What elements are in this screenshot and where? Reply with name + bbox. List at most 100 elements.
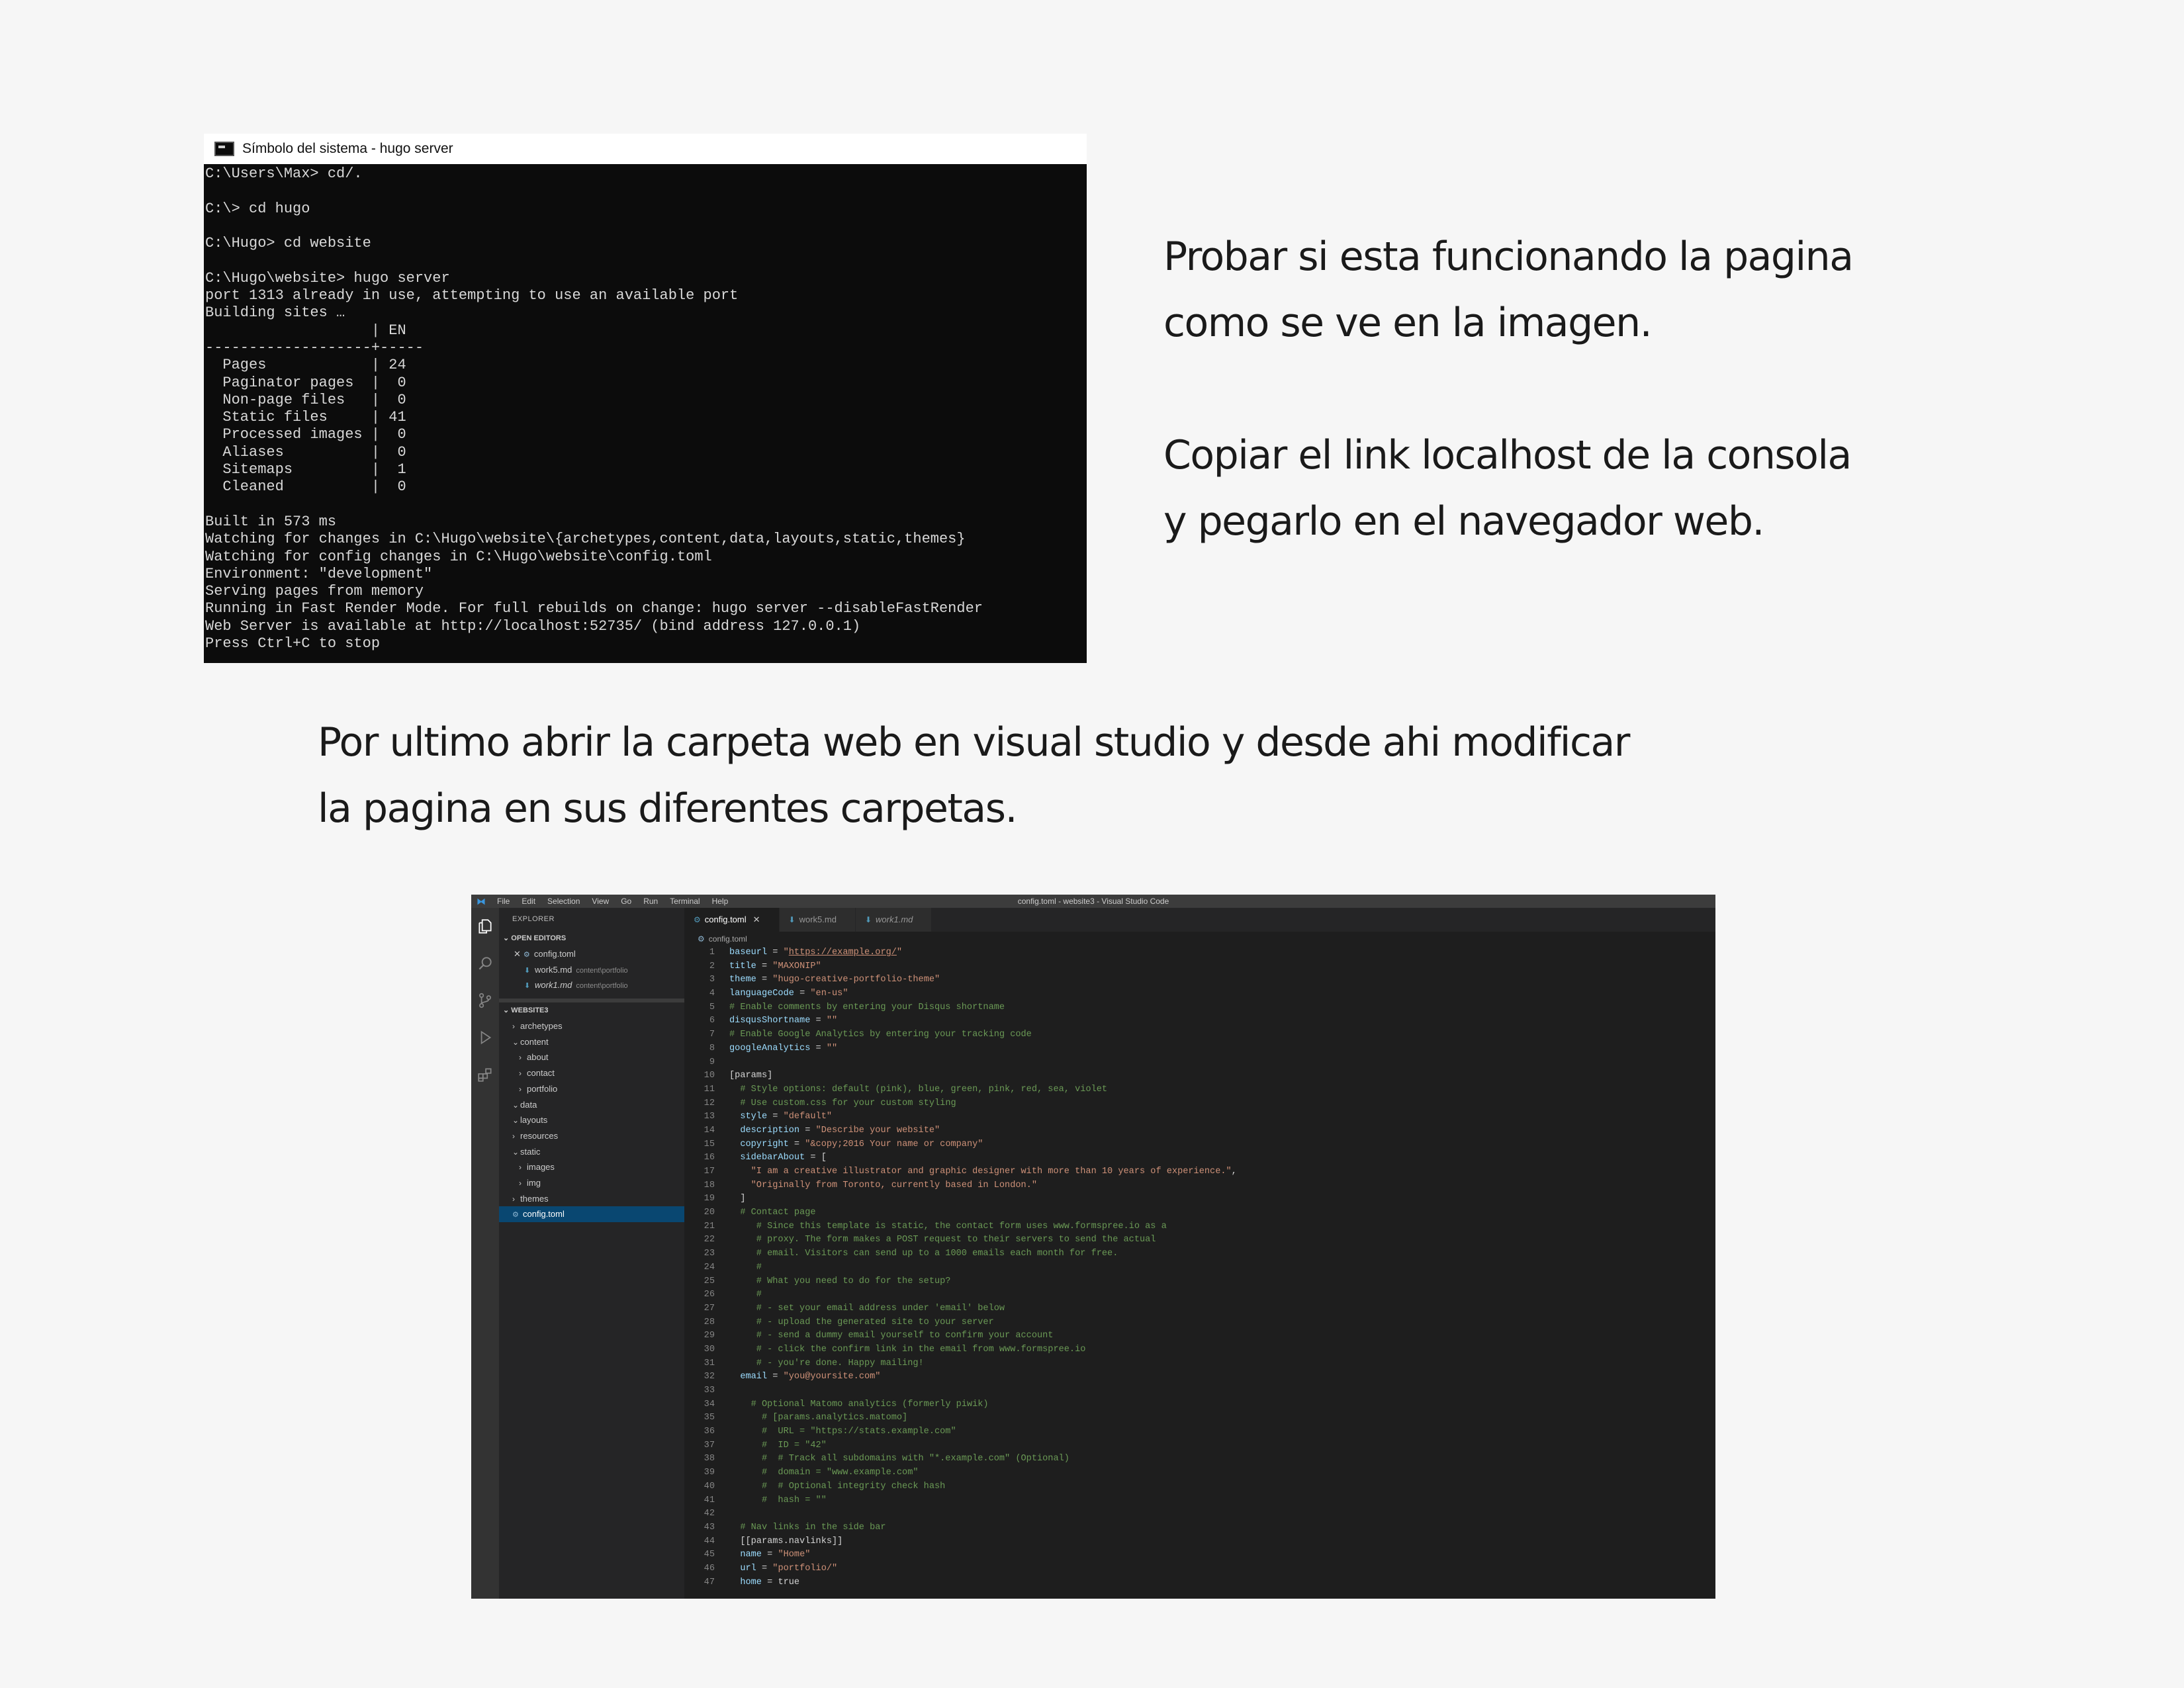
line-number: 8: [709, 1043, 715, 1053]
code-line: 5 # Enable comments by entering your Disq…: [684, 1001, 1715, 1015]
terminal-line: Non-page files | 0: [205, 391, 406, 408]
menu-run[interactable]: Run: [637, 897, 664, 906]
code-line: 37 # ID = "42": [684, 1439, 1715, 1453]
line-content: description = "Describe your website": [740, 1125, 940, 1135]
menu-selection[interactable]: Selection: [541, 897, 586, 906]
line-number: 7: [709, 1030, 715, 1040]
line-number: 38: [704, 1454, 715, 1464]
folder-item-layouts[interactable]: ⌄ layouts: [499, 1112, 684, 1128]
tab-config-toml[interactable]: ⚙ config.toml ✕: [684, 908, 780, 932]
terminal-titlebar: Símbolo del sistema - hugo server: [204, 134, 1087, 164]
chevron-right-icon: ›: [512, 1194, 515, 1204]
line-number: 20: [704, 1208, 715, 1218]
line-content: [[params.navlinks]]: [740, 1536, 843, 1546]
code-line: 6 disqusShortname = "": [684, 1014, 1715, 1028]
chevron-right-icon: ›: [519, 1053, 522, 1063]
line-number: 13: [704, 1112, 715, 1122]
code-line: 32 email = "you@yoursite.com": [684, 1370, 1715, 1384]
folder-item-static[interactable]: ⌄ static: [499, 1144, 684, 1160]
markdown-file-icon: ⬇: [864, 915, 872, 924]
menu-edit[interactable]: Edit: [516, 897, 541, 906]
instruction-line: Copiar el link localhost de la consola: [1163, 432, 1852, 478]
code-line: 29 # - send a dummy email yourself to co…: [684, 1329, 1715, 1343]
folder-item-archetypes[interactable]: › archetypes: [499, 1018, 684, 1034]
line-content: # Enable Google Analytics by entering yo…: [729, 1030, 1032, 1040]
code-line: 13 style = "default": [684, 1110, 1715, 1124]
code-line: 42: [684, 1507, 1715, 1521]
menu-view[interactable]: View: [586, 897, 615, 906]
run-debug-icon[interactable]: [471, 1019, 499, 1056]
folder-item-resources[interactable]: › resources: [499, 1128, 684, 1144]
code-line: 28 # - upload the generated site to your…: [684, 1316, 1715, 1330]
tab-label: work1.md: [876, 914, 913, 924]
menu-go[interactable]: Go: [615, 897, 637, 906]
search-icon[interactable]: [471, 945, 499, 982]
line-content: # ID = "42": [761, 1440, 827, 1450]
open-editors-section[interactable]: OPEN EDITORS: [499, 930, 684, 946]
line-content: style = "default": [740, 1112, 833, 1122]
terminal-line: Pages | 24: [205, 357, 406, 374]
code-line: 24 #: [684, 1261, 1715, 1275]
source-control-icon[interactable]: [471, 982, 499, 1019]
open-editor-item[interactable]: ⬇ work5.md content\portfolio: [499, 962, 684, 978]
line-number: 15: [704, 1139, 715, 1149]
project-section[interactable]: WEBSITE3: [499, 1002, 684, 1018]
code-line: 17 "I am a creative illustrator and grap…: [684, 1165, 1715, 1179]
code-line: 2 title = "MAXONIP": [684, 960, 1715, 974]
tree-label: archetypes: [520, 1021, 563, 1032]
terminal-line: Running in Fast Render Mode. For full re…: [205, 600, 983, 617]
terminal-output[interactable]: C:\Users\Max> cd/. C:\> cd hugo C:\Hugo> c…: [204, 164, 1087, 652]
tab-label: work5.md: [799, 914, 837, 924]
chevron-down-icon: ⌄: [512, 1100, 520, 1110]
folder-item-content[interactable]: ⌄ content: [499, 1034, 684, 1050]
line-number: 16: [704, 1153, 715, 1163]
folder-item-about[interactable]: › about: [499, 1049, 684, 1065]
line-content: email = "you@yoursite.com": [740, 1372, 881, 1382]
close-icon[interactable]: ✕: [514, 949, 521, 959]
line-content: # [params.analytics.matomo]: [761, 1413, 908, 1423]
tab-label: config.toml: [704, 914, 747, 924]
file-path: content\portfolio: [576, 966, 628, 975]
explorer-icon[interactable]: [471, 908, 499, 945]
instruction-step-3: Por ultimo abrir la carpeta web en visua…: [318, 709, 1972, 842]
code-line: 10 [params]: [684, 1069, 1715, 1083]
code-line: 7 # Enable Google Analytics by entering y…: [684, 1028, 1715, 1042]
code-line: 9: [684, 1056, 1715, 1070]
instruction-step-2: Copiar el link localhost de la consola y…: [1163, 422, 2156, 555]
tab-work5-md[interactable]: ⬇ work5.md: [779, 908, 856, 932]
folder-item-images[interactable]: › images: [499, 1159, 684, 1175]
vscode-logo-icon: ⧓: [477, 896, 486, 907]
line-content: # URL = "https://stats.example.com": [761, 1427, 956, 1437]
open-editor-item[interactable]: ✕ ⚙ config.toml: [499, 946, 684, 962]
extensions-icon[interactable]: [471, 1056, 499, 1093]
menu-file[interactable]: File: [491, 897, 516, 906]
line-number: 19: [704, 1194, 715, 1204]
line-content: # domain = "www.example.com": [761, 1468, 919, 1478]
folder-item-data[interactable]: ⌄ data: [499, 1097, 684, 1113]
folder-item-contact[interactable]: › contact: [499, 1065, 684, 1081]
folder-item-portfolio[interactable]: › portfolio: [499, 1081, 684, 1097]
line-content: # proxy. The form makes a POST request t…: [756, 1235, 1156, 1245]
menu-help[interactable]: Help: [706, 897, 735, 906]
folder-item-themes[interactable]: › themes: [499, 1191, 684, 1207]
line-content: [715, 1056, 729, 1070]
folder-item-img[interactable]: › img: [499, 1175, 684, 1191]
line-number: 28: [704, 1317, 715, 1327]
breadcrumb[interactable]: ⚙ config.toml: [684, 932, 1715, 946]
line-content: "I am a creative illustrator and graphic…: [751, 1167, 1237, 1177]
line-content: # Enable comments by entering your Disqu…: [729, 1002, 1005, 1012]
line-number: 1: [709, 948, 715, 957]
open-editor-item[interactable]: ⬇ work1.md content\portfolio: [499, 977, 684, 993]
tab-work1-md[interactable]: ⬇ work1.md: [855, 908, 933, 932]
terminal-title: Símbolo del sistema - hugo server: [242, 141, 453, 156]
file-item-config-toml[interactable]: ⚙ config.toml: [499, 1206, 684, 1222]
code-line: 47 home = true: [684, 1576, 1715, 1590]
line-number: 32: [704, 1372, 715, 1382]
line-number: 42: [704, 1509, 715, 1519]
close-icon[interactable]: ✕: [753, 914, 760, 924]
code-editor[interactable]: 1 baseurl = "https://example.org/" 2 title …: [684, 946, 1715, 1599]
tree-label: img: [527, 1177, 541, 1188]
menu-terminal[interactable]: Terminal: [664, 897, 705, 906]
